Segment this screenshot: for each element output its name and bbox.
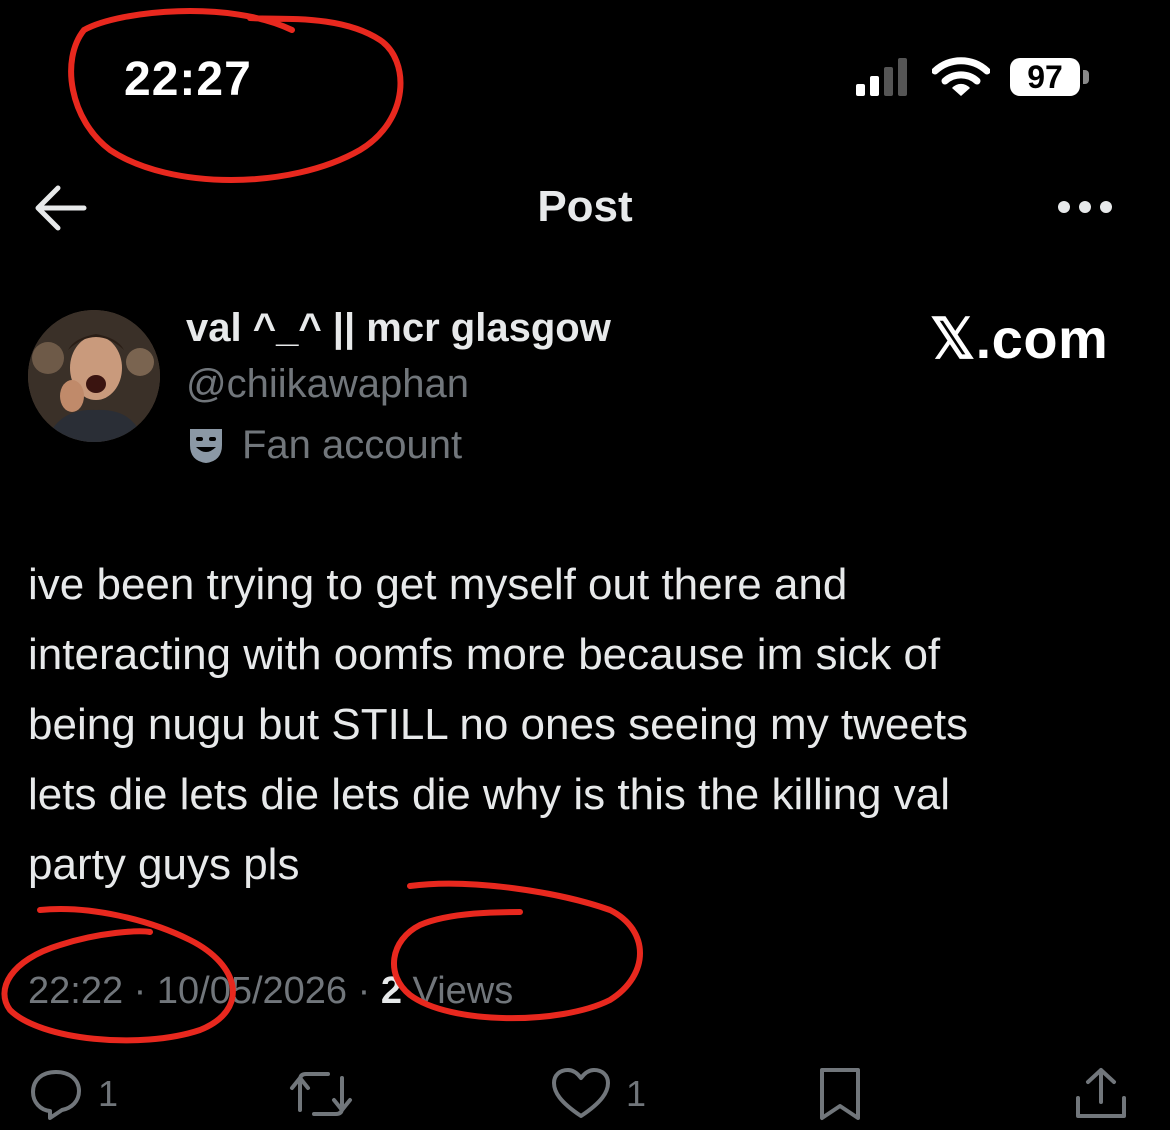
heart-icon (552, 1068, 610, 1118)
views-count: 2 (380, 970, 402, 1012)
bookmark-icon (820, 1068, 860, 1120)
reply-button[interactable]: 1 (28, 1066, 118, 1122)
meta-separator: · (133, 970, 147, 1012)
battery-indicator: 97 (1010, 58, 1092, 98)
status-time: 22:27 (124, 53, 252, 106)
repost-button[interactable] (288, 1066, 354, 1122)
more-options-icon[interactable] (1054, 190, 1116, 224)
like-count: 1 (626, 1073, 647, 1114)
like-button[interactable]: 1 (550, 1066, 646, 1122)
battery-level: 97 (1010, 58, 1080, 96)
avatar-photo (28, 310, 160, 442)
tweet-date: 10/05/2026 (156, 970, 348, 1012)
tweet-time: 22:22 (28, 970, 124, 1012)
theater-mask-icon (190, 429, 222, 463)
avatar[interactable] (28, 310, 160, 442)
tweet-meta: 22:22 · 10/05/2026 · 2 Views (28, 970, 513, 1013)
account-label-text: Fan account (242, 422, 463, 467)
repost-icon (290, 1072, 352, 1116)
cellular-signal-icon (856, 58, 907, 96)
reply-icon (31, 1070, 81, 1120)
tweet-text: ive been trying to get myself out there … (28, 560, 969, 889)
reply-count: 1 (98, 1073, 119, 1114)
share-icon (1076, 1068, 1126, 1118)
account-label: Fan account (186, 422, 462, 468)
share-button[interactable] (1072, 1066, 1130, 1122)
x-com-watermark: 𝕏.com (930, 307, 1109, 370)
author-handle[interactable]: @chiikawaphan (186, 362, 469, 407)
views-label: Views (412, 970, 514, 1012)
wifi-icon (932, 57, 990, 96)
page-title: Post (537, 182, 633, 231)
author-display-name[interactable]: val ^_^ || mcr glasgow (186, 306, 611, 351)
bookmark-button[interactable] (816, 1066, 864, 1122)
meta-separator: · (357, 970, 371, 1012)
battery-tip (1083, 70, 1089, 84)
